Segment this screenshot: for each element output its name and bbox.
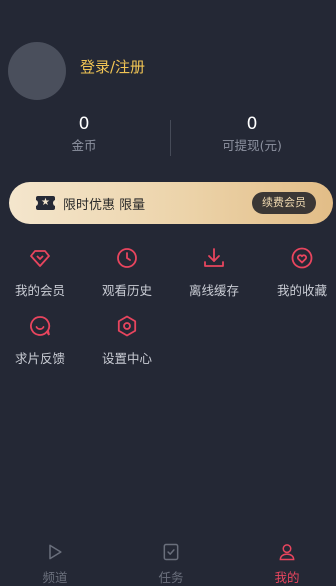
menu-item-settings[interactable]: 设置中心 [91,314,163,367]
vip-promo-banner[interactable]: ★ 限时优惠 限量 续费会员 [9,182,333,224]
avatar[interactable] [8,42,66,100]
diamond-icon [30,250,50,267]
stats-divider [170,120,171,156]
coins-value: 0 [78,114,90,134]
vip-ticket-icon: ★ [33,196,58,210]
play-icon [49,544,62,560]
tab-tasks[interactable]: 任务 [141,542,201,586]
download-icon [204,248,224,267]
promo-text: 限时优惠 限量 [63,197,146,213]
menu-item-favorites[interactable]: 我的收藏 [266,246,336,299]
menu-label: 我的会员 [14,283,65,298]
tab-mine[interactable]: 我的 [257,542,317,586]
menu-label: 我的收藏 [276,283,327,298]
menu-item-membership[interactable]: 我的会员 [4,246,76,299]
settings-icon [117,315,137,337]
user-icon [279,544,295,561]
menu-label: 离线缓存 [188,283,239,298]
menu-label: 求片反馈 [14,351,65,366]
bottom-tab-bar: 频道 任务 我的 [0,530,336,585]
withdrawable-stat[interactable]: 0 可提现(元) [168,112,336,160]
menu-label: 观看历史 [101,283,152,298]
menu-item-offline-cache[interactable]: 离线缓存 [178,246,250,299]
task-icon [163,543,179,561]
renew-membership-button[interactable]: 续费会员 [252,192,316,214]
menu-label: 设置中心 [101,351,152,366]
coins-label: 金币 [71,138,97,153]
profile-header: 登录/注册 [8,42,145,100]
tab-channel[interactable]: 频道 [25,542,85,586]
clock-icon [117,248,137,268]
tab-label: 频道 [42,570,68,585]
tab-label: 我的 [274,570,300,585]
withdrawable-label: 可提现(元) [222,138,282,153]
withdrawable-value: 0 [246,114,258,134]
menu-item-history[interactable]: 观看历史 [91,246,163,299]
heart-icon [291,247,313,269]
coins-stat[interactable]: 0 金币 [0,112,168,160]
login-register-link[interactable]: 登录/注册 [80,56,145,77]
stats-row: 0 金币 0 可提现(元) [0,112,336,160]
menu-item-feedback[interactable]: 求片反馈 [4,314,76,367]
tab-label: 任务 [158,570,184,585]
feedback-icon [30,316,51,336]
